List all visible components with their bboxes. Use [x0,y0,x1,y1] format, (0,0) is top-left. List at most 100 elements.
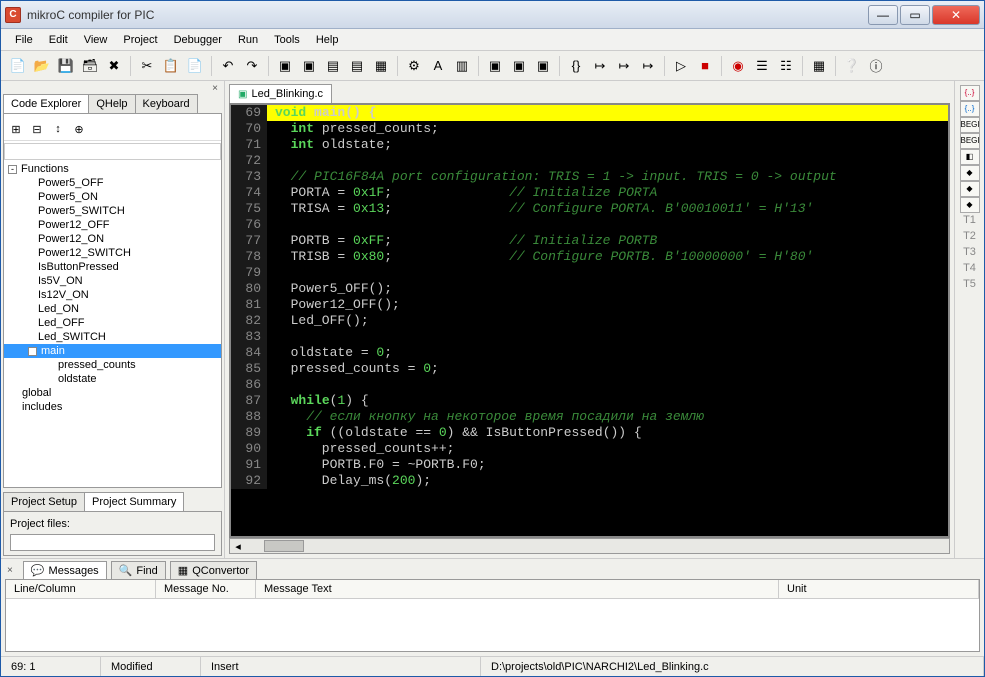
menu-project[interactable]: Project [115,31,165,49]
stop-icon[interactable]: ■ [694,55,716,77]
tree-function-item[interactable]: Power5_OFF [4,176,221,190]
maximize-button[interactable]: ▭ [900,5,930,25]
tab-project-setup[interactable]: Project Setup [3,492,85,511]
bottom-panel-close-icon[interactable]: × [5,565,19,576]
code-line[interactable]: 91 PORTB.F0 = ~PORTB.F0; [231,457,948,473]
right-tool-icon[interactable]: T3 [960,245,980,261]
tree-tool-2[interactable]: ⊟ [28,121,46,137]
tab-qhelp[interactable]: QHelp [88,94,135,113]
minimize-button[interactable]: — [868,5,898,25]
code-line[interactable]: 88 // если кнопку на некоторое время пос… [231,409,948,425]
tb-icon-1[interactable]: ▣ [274,55,296,77]
col-msgtext[interactable]: Message Text [256,580,779,598]
code-line[interactable]: 87 while(1) { [231,393,948,409]
new-file-icon[interactable]: 📄 [7,55,29,77]
tree-tool-1[interactable]: ⊞ [7,121,25,137]
col-line[interactable]: Line/Column [6,580,156,598]
tree-search-input[interactable] [4,143,221,160]
run-icon[interactable]: ▷ [670,55,692,77]
code-line[interactable]: 73 // PIC16F84A port configuration: TRIS… [231,169,948,185]
right-tool-icon[interactable]: T4 [960,261,980,277]
close-button[interactable]: ✕ [932,5,980,25]
code-line[interactable]: 69void main() { [231,105,948,121]
code-line[interactable]: 71 int oldstate; [231,137,948,153]
tab-code-explorer[interactable]: Code Explorer [3,94,89,113]
paste-icon[interactable]: 📄 [184,55,206,77]
tree-function-item[interactable]: Power12_ON [4,232,221,246]
code-line[interactable]: 89 if ((oldstate == 0) && IsButtonPresse… [231,425,948,441]
horizontal-scrollbar[interactable]: ◂ [229,538,950,554]
tb-icon-7[interactable]: ▣ [508,55,530,77]
right-tool-icon[interactable]: T2 [960,229,980,245]
tb-icon-6[interactable]: ▣ [484,55,506,77]
col-unit[interactable]: Unit [779,580,979,598]
step-icon-1[interactable]: {} [565,55,587,77]
code-line[interactable]: 72 [231,153,948,169]
about-icon[interactable]: ⓘ [865,55,887,77]
code-line[interactable]: 86 [231,377,948,393]
save-icon[interactable]: 💾 [55,55,77,77]
code-line[interactable]: 82 Led_OFF(); [231,313,948,329]
tree-function-item[interactable]: Led_SWITCH [4,330,221,344]
code-line[interactable]: 77 PORTB = 0xFF; // Initialize PORTB [231,233,948,249]
right-tool-icon[interactable]: {..} [960,85,980,101]
right-tool-icon[interactable]: BEGI [960,117,980,133]
tb-list-icon[interactable]: ☷ [775,55,797,77]
code-line[interactable]: 79 [231,265,948,281]
right-tool-icon[interactable]: ◆ [960,165,980,181]
right-tool-icon[interactable]: BEGI [960,133,980,149]
code-line[interactable]: 78 TRISB = 0x80; // Configure PORTB. B'1… [231,249,948,265]
tb-stack-icon[interactable]: ☰ [751,55,773,77]
code-line[interactable]: 76 [231,217,948,233]
tree-tool-3[interactable]: ↕ [49,121,67,137]
tree-functions[interactable]: -Functions [4,162,221,176]
tree-function-item[interactable]: Power5_SWITCH [4,204,221,218]
right-tool-icon[interactable]: T1 [960,213,980,229]
tree-includes[interactable]: includes [4,400,221,414]
code-line[interactable]: 74 PORTA = 0x1F; // Initialize PORTA [231,185,948,201]
menu-tools[interactable]: Tools [266,31,308,49]
open-file-icon[interactable]: 📂 [31,55,53,77]
tree-function-item[interactable]: Power12_SWITCH [4,246,221,260]
step-icon-4[interactable]: ↦ [637,55,659,77]
tree-function-item[interactable]: Is12V_ON [4,288,221,302]
step-icon-3[interactable]: ↦ [613,55,635,77]
tree-function-item[interactable]: Led_ON [4,302,221,316]
copy-icon[interactable]: 📋 [160,55,182,77]
redo-icon[interactable]: ↷ [241,55,263,77]
menu-help[interactable]: Help [308,31,347,49]
code-line[interactable]: 83 [231,329,948,345]
step-icon-2[interactable]: ↦ [589,55,611,77]
right-tool-icon[interactable]: ◆ [960,197,980,213]
font-icon[interactable]: A [427,55,449,77]
tree-main-child[interactable]: oldstate [4,372,221,386]
menu-edit[interactable]: Edit [41,31,76,49]
col-msgno[interactable]: Message No. [156,580,256,598]
scroll-thumb[interactable] [264,540,304,552]
right-tool-icon[interactable]: ◆ [960,181,980,197]
tb-btn-x[interactable]: ▦ [808,55,830,77]
menu-view[interactable]: View [76,31,116,49]
tb-icon-3[interactable]: ▤ [322,55,344,77]
tab-keyboard[interactable]: Keyboard [135,94,198,113]
menu-run[interactable]: Run [230,31,266,49]
close-file-icon[interactable]: ✖ [103,55,125,77]
tree-function-item[interactable]: IsButtonPressed [4,260,221,274]
tb-icon-2[interactable]: ▣ [298,55,320,77]
tab-messages[interactable]: 💬Messages [23,561,107,579]
code-line[interactable]: 90 pressed_counts++; [231,441,948,457]
chart-icon[interactable]: ▥ [451,55,473,77]
editor-tab[interactable]: ▣ Led_Blinking.c [229,84,332,103]
tb-icon-5[interactable]: ▦ [370,55,392,77]
right-tool-icon[interactable]: T5 [960,277,980,293]
tb-icon-4[interactable]: ▤ [346,55,368,77]
code-editor[interactable]: 69void main() {70 int pressed_counts;71 … [229,103,950,538]
code-line[interactable]: 92 Delay_ms(200); [231,473,948,489]
tree-main[interactable]: -main [4,344,221,358]
save-all-icon[interactable]: 🗃 [79,55,101,77]
help-icon[interactable]: ❔ [841,55,863,77]
tree-function-item[interactable]: Led_OFF [4,316,221,330]
tb-red-icon[interactable]: ◉ [727,55,749,77]
cut-icon[interactable]: ✂ [136,55,158,77]
tb-icon-8[interactable]: ▣ [532,55,554,77]
